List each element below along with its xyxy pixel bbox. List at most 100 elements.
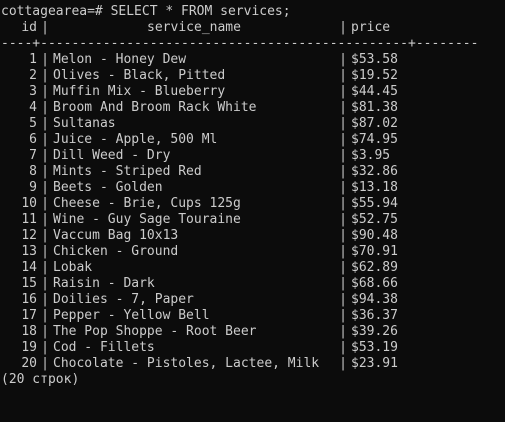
table-row: 11 | Wine - Guy Sage Touraine | $52.75	[1, 212, 505, 228]
cell-price: $13.18	[351, 180, 398, 195]
table-header: id | service_name | price	[1, 20, 505, 36]
table-row: 17 | Pepper - Yellow Bell | $36.37	[1, 308, 505, 324]
column-separator: |	[339, 84, 347, 99]
column-separator: |	[339, 180, 347, 195]
table-row: 16 | Doilies - 7, Paper | $94.38	[1, 292, 505, 308]
column-separator: |	[41, 20, 49, 35]
column-separator: |	[339, 20, 347, 35]
cell-price: $62.89	[351, 260, 398, 275]
cell-id: 13	[21, 244, 37, 259]
cell-price: $94.38	[351, 292, 398, 307]
column-separator: |	[41, 84, 49, 99]
cell-id: 7	[29, 148, 37, 163]
cell-service-name: Chicken - Ground	[53, 244, 179, 259]
table-row: 3 | Muffin Mix - Blueberry | $44.45	[1, 84, 505, 100]
column-separator: |	[41, 116, 49, 131]
table-row: 15 | Raisin - Dark | $68.66	[1, 276, 505, 292]
cell-service-name: Beets - Golden	[53, 180, 163, 195]
column-separator: |	[339, 148, 347, 163]
table-row: 10 | Cheese - Brie, Cups 125g | $55.94	[1, 196, 505, 212]
cell-id: 12	[21, 228, 37, 243]
cell-id: 8	[29, 164, 37, 179]
column-separator: |	[339, 324, 347, 339]
column-separator: |	[339, 212, 347, 227]
table-row: 13 | Chicken - Ground | $70.91	[1, 244, 505, 260]
cell-price: $39.26	[351, 324, 398, 339]
column-header-id: id	[21, 20, 37, 35]
cell-service-name: Cod - Fillets	[53, 340, 155, 355]
cell-id: 2	[29, 68, 37, 83]
cell-id: 10	[21, 196, 37, 211]
column-separator: |	[41, 148, 49, 163]
column-separator: |	[339, 116, 347, 131]
column-separator: |	[339, 260, 347, 275]
cell-service-name: Chocolate - Pistoles, Lactee, Milk	[53, 356, 320, 371]
column-header-service-name: service_name	[147, 20, 241, 35]
column-separator: |	[339, 228, 347, 243]
cell-id: 14	[21, 260, 37, 275]
cell-id: 5	[29, 116, 37, 131]
column-separator: |	[41, 52, 49, 67]
cell-price: $3.95	[351, 148, 391, 163]
table-row: 9 | Beets - Golden | $13.18	[1, 180, 505, 196]
table-row: 6 | Juice - Apple, 500 Ml | $74.95	[1, 132, 505, 148]
column-separator: |	[41, 308, 49, 323]
table-row: 5 | Sultanas | $87.02	[1, 116, 505, 132]
cell-price: $53.19	[351, 340, 398, 355]
column-separator: |	[41, 180, 49, 195]
column-separator: |	[339, 292, 347, 307]
cell-price: $55.94	[351, 196, 398, 211]
cell-price: $68.66	[351, 276, 398, 291]
cell-service-name: Pepper - Yellow Bell	[53, 308, 210, 323]
terminal-window[interactable]: cottagearea=# SELECT * FROM services; id…	[0, 0, 505, 422]
column-separator: |	[339, 68, 347, 83]
cell-id: 1	[29, 52, 37, 67]
column-header-price: price	[351, 20, 391, 35]
cell-service-name: Dill Weed - Dry	[53, 148, 171, 163]
cell-service-name: Muffin Mix - Blueberry	[53, 84, 226, 99]
table-row: 14 | Lobak | $62.89	[1, 260, 505, 276]
column-separator: |	[41, 356, 49, 371]
cell-price: $19.52	[351, 68, 398, 83]
column-separator: |	[339, 52, 347, 67]
cell-service-name: Vaccum Bag 10x13	[53, 228, 179, 243]
column-separator: |	[41, 212, 49, 227]
cell-id: 4	[29, 100, 37, 115]
cell-price: $53.58	[351, 52, 398, 67]
column-separator: |	[339, 196, 347, 211]
cell-id: 6	[29, 132, 37, 147]
column-separator: |	[339, 164, 347, 179]
command-prompt: cottagearea=# SELECT * FROM services;	[1, 4, 291, 19]
cell-price: $44.45	[351, 84, 398, 99]
column-separator: |	[41, 228, 49, 243]
column-separator: |	[41, 196, 49, 211]
cell-price: $52.75	[351, 212, 398, 227]
column-separator: |	[339, 356, 347, 371]
table-row: 8 | Mints - Striped Red | $32.86	[1, 164, 505, 180]
column-separator: |	[41, 68, 49, 83]
column-separator: |	[339, 308, 347, 323]
column-separator: |	[41, 340, 49, 355]
cell-id: 9	[29, 180, 37, 195]
table-row: 18 | The Pop Shoppe - Root Beer | $39.26	[1, 324, 505, 340]
column-separator: |	[41, 244, 49, 259]
column-separator: |	[339, 100, 347, 115]
cell-service-name: Wine - Guy Sage Touraine	[53, 212, 241, 227]
table-row: 7 | Dill Weed - Dry | $3.95	[1, 148, 505, 164]
cell-service-name: Raisin - Dark	[53, 276, 155, 291]
cell-id: 3	[29, 84, 37, 99]
cell-price: $87.02	[351, 116, 398, 131]
column-separator: |	[41, 100, 49, 115]
cell-price: $90.48	[351, 228, 398, 243]
table-row: 20 | Chocolate - Pistoles, Lactee, Milk | $2…	[1, 356, 505, 372]
column-separator: |	[41, 292, 49, 307]
cell-service-name: Melon - Honey Dew	[53, 52, 187, 67]
cell-service-name: Cheese - Brie, Cups 125g	[53, 196, 241, 211]
cell-price: $81.38	[351, 100, 398, 115]
cell-id: 19	[21, 340, 37, 355]
column-separator: |	[41, 164, 49, 179]
cell-service-name: Doilies - 7, Paper	[53, 292, 194, 307]
cell-service-name: Mints - Striped Red	[53, 164, 202, 179]
cell-service-name: Juice - Apple, 500 Ml	[53, 132, 218, 147]
table-row: 12 | Vaccum Bag 10x13 | $90.48	[1, 228, 505, 244]
